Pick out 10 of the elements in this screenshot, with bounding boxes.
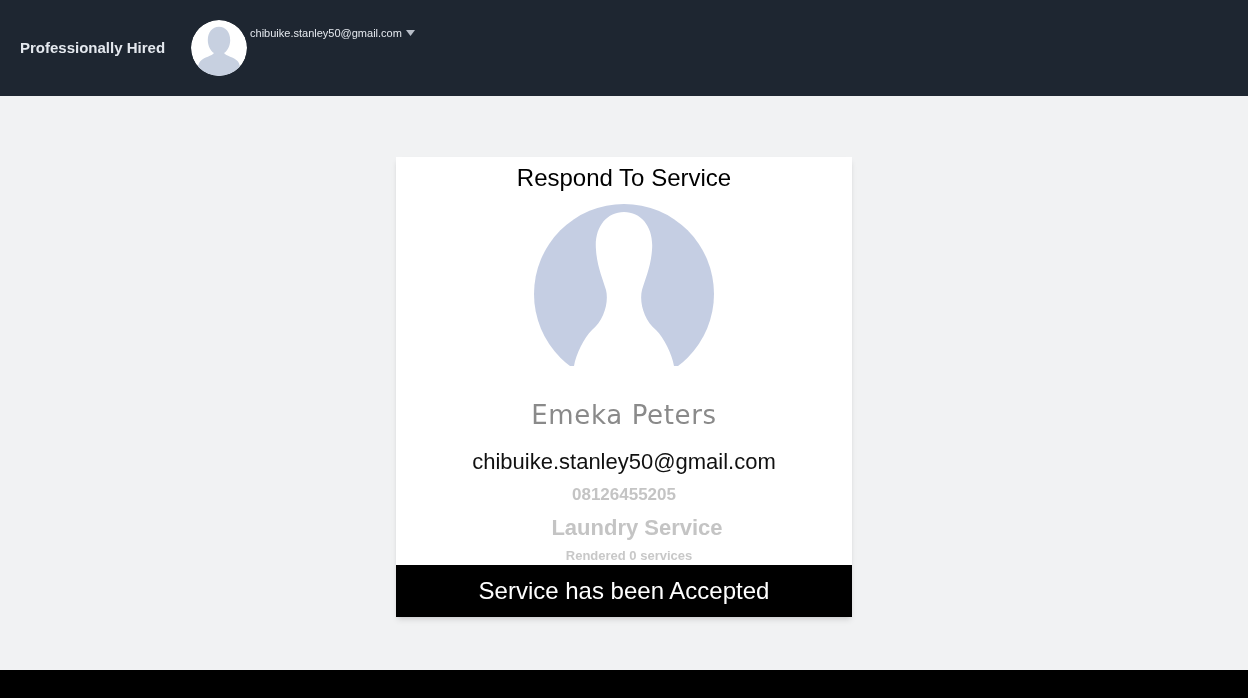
caret-icon xyxy=(405,30,415,36)
card-title: Respond To Service xyxy=(516,163,732,193)
provider-phone: 08126455205 xyxy=(572,484,676,506)
provider-email: chibuike.stanley50@gmail.com xyxy=(472,448,776,476)
brand-link[interactable]: Professionally Hired xyxy=(20,36,166,60)
user-avatar-icon xyxy=(190,20,249,76)
provider-name: Emeka Peters xyxy=(531,399,717,432)
service-type: Laundry Service xyxy=(551,513,723,542)
user-menu-button[interactable]: chibuike.stanley50@gmail.com xyxy=(250,24,415,42)
status-banner: Service has been Accepted xyxy=(396,565,852,617)
